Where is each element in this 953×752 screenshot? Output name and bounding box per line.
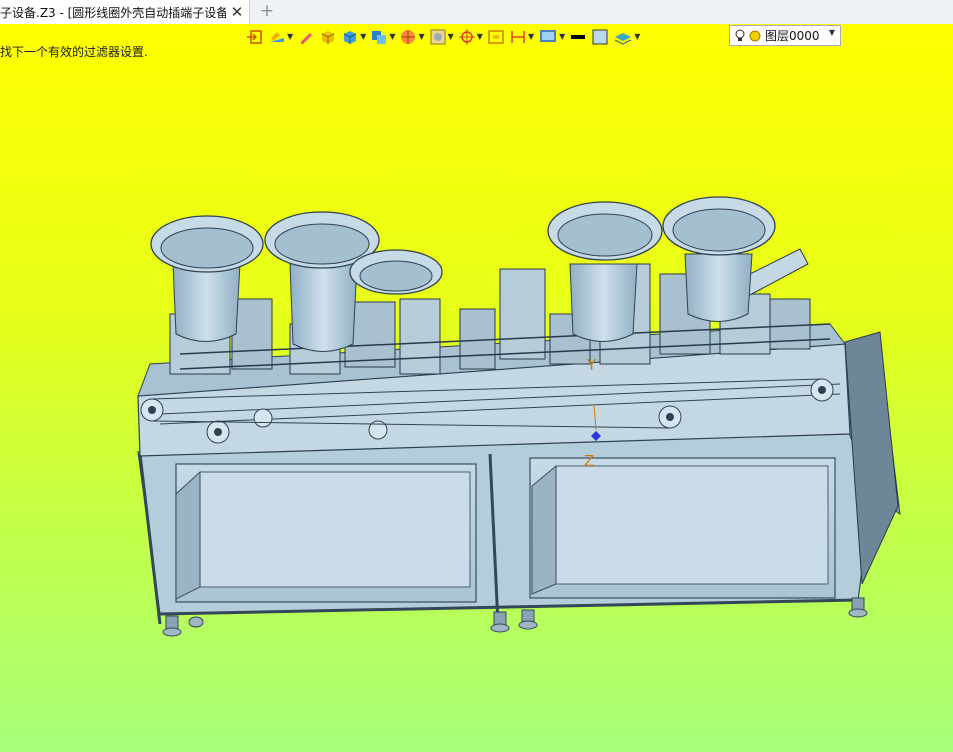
close-icon[interactable]: ✕ <box>228 3 246 21</box>
plus-icon[interactable]: + <box>258 2 276 20</box>
document-tab[interactable]: 子设备.Z3 - [圆形线圈外壳自动插端子设备] ✕ <box>0 0 250 24</box>
viewport-3d[interactable]: 找下一个有效的过滤器设置. ▼ ▼ ▼ ▼ ▼ ▼ ▼ ▼ ▼ 图层0000 ▼… <box>0 24 953 752</box>
z-axis-label: Z <box>584 452 595 470</box>
tab-strip: 子设备.Z3 - [圆形线圈外壳自动插端子设备] ✕ + <box>0 0 953 25</box>
machine-model[interactable] <box>0 24 953 752</box>
document-tab-title[interactable]: 子设备.Z3 - [圆形线圈外壳自动插端子设备] <box>0 4 226 21</box>
y-axis-label: Y <box>587 356 597 374</box>
